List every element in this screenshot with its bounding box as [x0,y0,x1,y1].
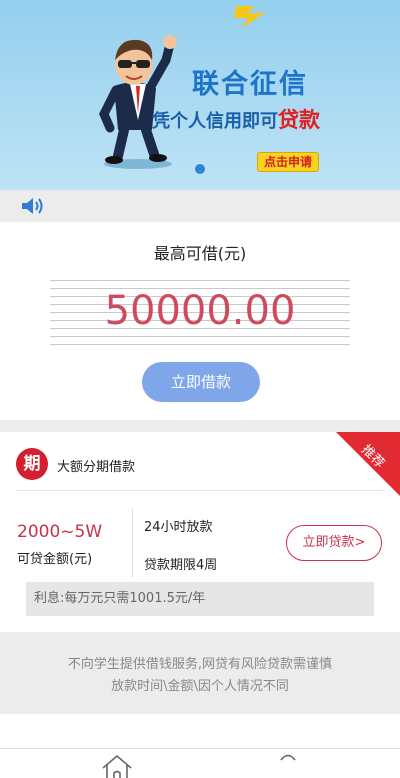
banner-title: 联合征信 [192,69,308,100]
feature-fast-release: 24小时放款 [144,520,213,535]
max-loan-amount: 50000.00 [104,288,296,334]
recommend-ribbon: 推荐 [336,432,400,496]
vertical-divider [132,508,133,578]
feature-loan-term: 贷款期限4周 [144,558,218,573]
disclaimer-line-1: 不向学生提供借钱服务,网贷有风险贷款需谨慎 [67,657,333,672]
product-card[interactable]: 推荐 期 大额分期借款 2000~5W 可贷金额(元) 24小时放款 贷款期限4… [0,432,400,632]
bottom-tab-bar [0,748,400,778]
loan-range-label: 可贷金额(元) [17,552,93,567]
lightning-icon [234,6,266,28]
businessman-illustration [99,35,177,169]
home-icon[interactable] [100,754,134,778]
loan-range: 2000~5W [17,522,103,542]
interest-info: 利息:每万元只需1001.5元/年 [26,582,374,616]
disclaimer: 不向学生提供借钱服务,网贷有风险贷款需谨慎 放款时间\金额\因个人情况不同 [0,632,400,714]
disclaimer-line-2: 放款时间\金额\因个人情况不同 [111,679,289,694]
banner-subtitle: 凭个人信用即可贷款 [152,104,320,134]
recommend-ribbon-label: 推荐 [358,442,388,472]
promo-banner[interactable]: 联合征信 凭个人信用即可贷款 点击申请 [0,0,400,190]
max-loan-title: 最高可借(元) [153,244,247,263]
apply-loan-button[interactable]: 立即贷款> [286,525,382,561]
notice-bar [0,190,400,222]
banner-subtitle-text: 凭个人信用即可 [152,111,278,132]
product-name: 大额分期借款 [57,460,136,475]
card-divider [16,490,384,491]
user-icon[interactable] [278,753,298,778]
section-divider [0,420,400,432]
speaker-icon [22,198,43,214]
borrow-now-button[interactable]: 立即借款 [142,362,260,402]
banner-apply-button[interactable]: 点击申请 [257,152,319,172]
banner-subtitle-highlight: 贷款 [278,108,320,132]
installment-badge: 期 [16,448,48,480]
carousel-indicator[interactable] [195,164,205,174]
